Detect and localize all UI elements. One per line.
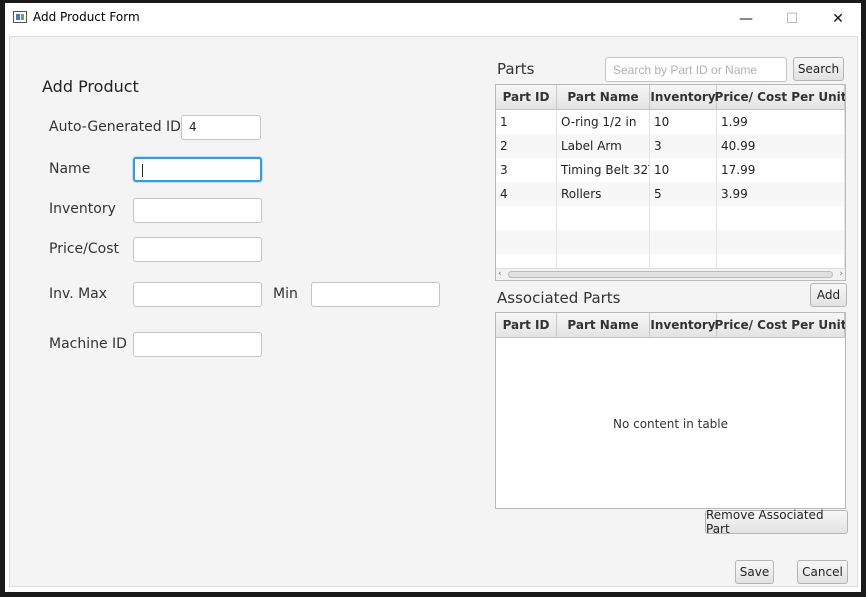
associated-table-header: Part ID Part Name Inventory Price/ Cost … [496,313,845,338]
cell-price: 40.99 [717,134,845,158]
name-field[interactable] [133,157,262,182]
column-header-inventory[interactable]: Inventory [650,313,717,337]
cell-price: 1.99 [717,110,845,134]
cell-inventory: 10 [650,158,717,182]
cell-part-id: 3 [496,158,557,182]
associated-parts-table[interactable]: Part ID Part Name Inventory Price/ Cost … [495,312,846,509]
associated-parts-title: Associated Parts [497,289,621,307]
machine-id-label: Machine ID [49,336,127,352]
scroll-right-icon[interactable]: › [839,269,843,280]
column-header-price[interactable]: Price/ Cost Per Unit [715,313,845,337]
app-window: Add Product Form — ☐ ✕ Add Product Auto-… [5,3,861,592]
empty-table-message: No content in table [612,417,729,431]
horizontal-scrollbar[interactable]: ‹ › [496,268,845,280]
cell-part-name: Rollers [557,182,650,206]
minimize-button[interactable]: — [723,3,769,34]
cell-part-id: 4 [496,182,557,206]
window-title: Add Product Form [33,10,140,24]
add-button[interactable]: Add [810,283,847,307]
app-icon [13,11,27,23]
max-label: Inv. Max [49,286,108,302]
min-label: Min [273,286,298,302]
minimize-icon: — [739,10,753,27]
price-label: Price/Cost [49,241,119,257]
cell-price: 17.99 [717,158,845,182]
empty-row [496,206,845,230]
table-row[interactable]: 3 Timing Belt 32T 10 17.99 [496,158,845,182]
cell-part-name: O-ring 1/2 in [557,110,650,134]
column-header-part-id[interactable]: Part ID [496,313,557,337]
cell-price: 3.99 [717,182,845,206]
column-header-part-id[interactable]: Part ID [496,85,557,109]
id-field[interactable]: 4 [181,115,261,140]
maximize-button[interactable]: ☐ [769,3,815,34]
name-label: Name [49,161,91,177]
cell-inventory: 10 [650,110,717,134]
parts-table-header: Part ID Part Name Inventory Price/ Cost … [496,85,845,110]
cell-inventory: 3 [650,134,717,158]
min-field[interactable] [311,282,440,307]
page-title: Add Product [42,77,139,96]
column-header-part-name[interactable]: Part Name [557,85,650,109]
cell-part-id: 2 [496,134,557,158]
search-input[interactable] [605,57,787,82]
inventory-field[interactable] [133,198,262,223]
machine-id-field[interactable] [133,332,262,357]
cell-part-id: 1 [496,110,557,134]
column-header-inventory[interactable]: Inventory [650,85,717,109]
search-button[interactable]: Search [793,57,844,81]
remove-associated-part-button[interactable]: Remove Associated Part [705,508,848,536]
price-field[interactable] [133,237,262,262]
scrollbar-thumb[interactable] [508,271,833,278]
title-bar: Add Product Form — ☐ ✕ [5,3,861,34]
maximize-icon: ☐ [785,10,799,27]
parts-table[interactable]: Part ID Part Name Inventory Price/ Cost … [495,84,846,281]
table-row[interactable]: 4 Rollers 5 3.99 [496,182,845,206]
column-header-price[interactable]: Price/ Cost Per Unit [715,85,845,109]
scroll-left-icon[interactable]: ‹ [498,269,502,280]
close-icon: ✕ [832,10,844,27]
cancel-button[interactable]: Cancel [797,560,848,584]
id-label: Auto-Generated ID [49,119,181,135]
text-caret [142,164,143,177]
column-header-part-name[interactable]: Part Name [557,313,650,337]
close-button[interactable]: ✕ [815,3,861,34]
inventory-label: Inventory [49,201,116,217]
max-field[interactable] [133,282,262,307]
table-row[interactable]: 2 Label Arm 3 40.99 [496,134,845,158]
cell-inventory: 5 [650,182,717,206]
table-row[interactable]: 1 O-ring 1/2 in 10 1.99 [496,110,845,134]
cell-part-name: Timing Belt 32T [557,158,650,182]
save-button[interactable]: Save [735,560,774,584]
empty-row [496,230,845,254]
cell-part-name: Label Arm [557,134,650,158]
parts-title: Parts [497,60,535,78]
